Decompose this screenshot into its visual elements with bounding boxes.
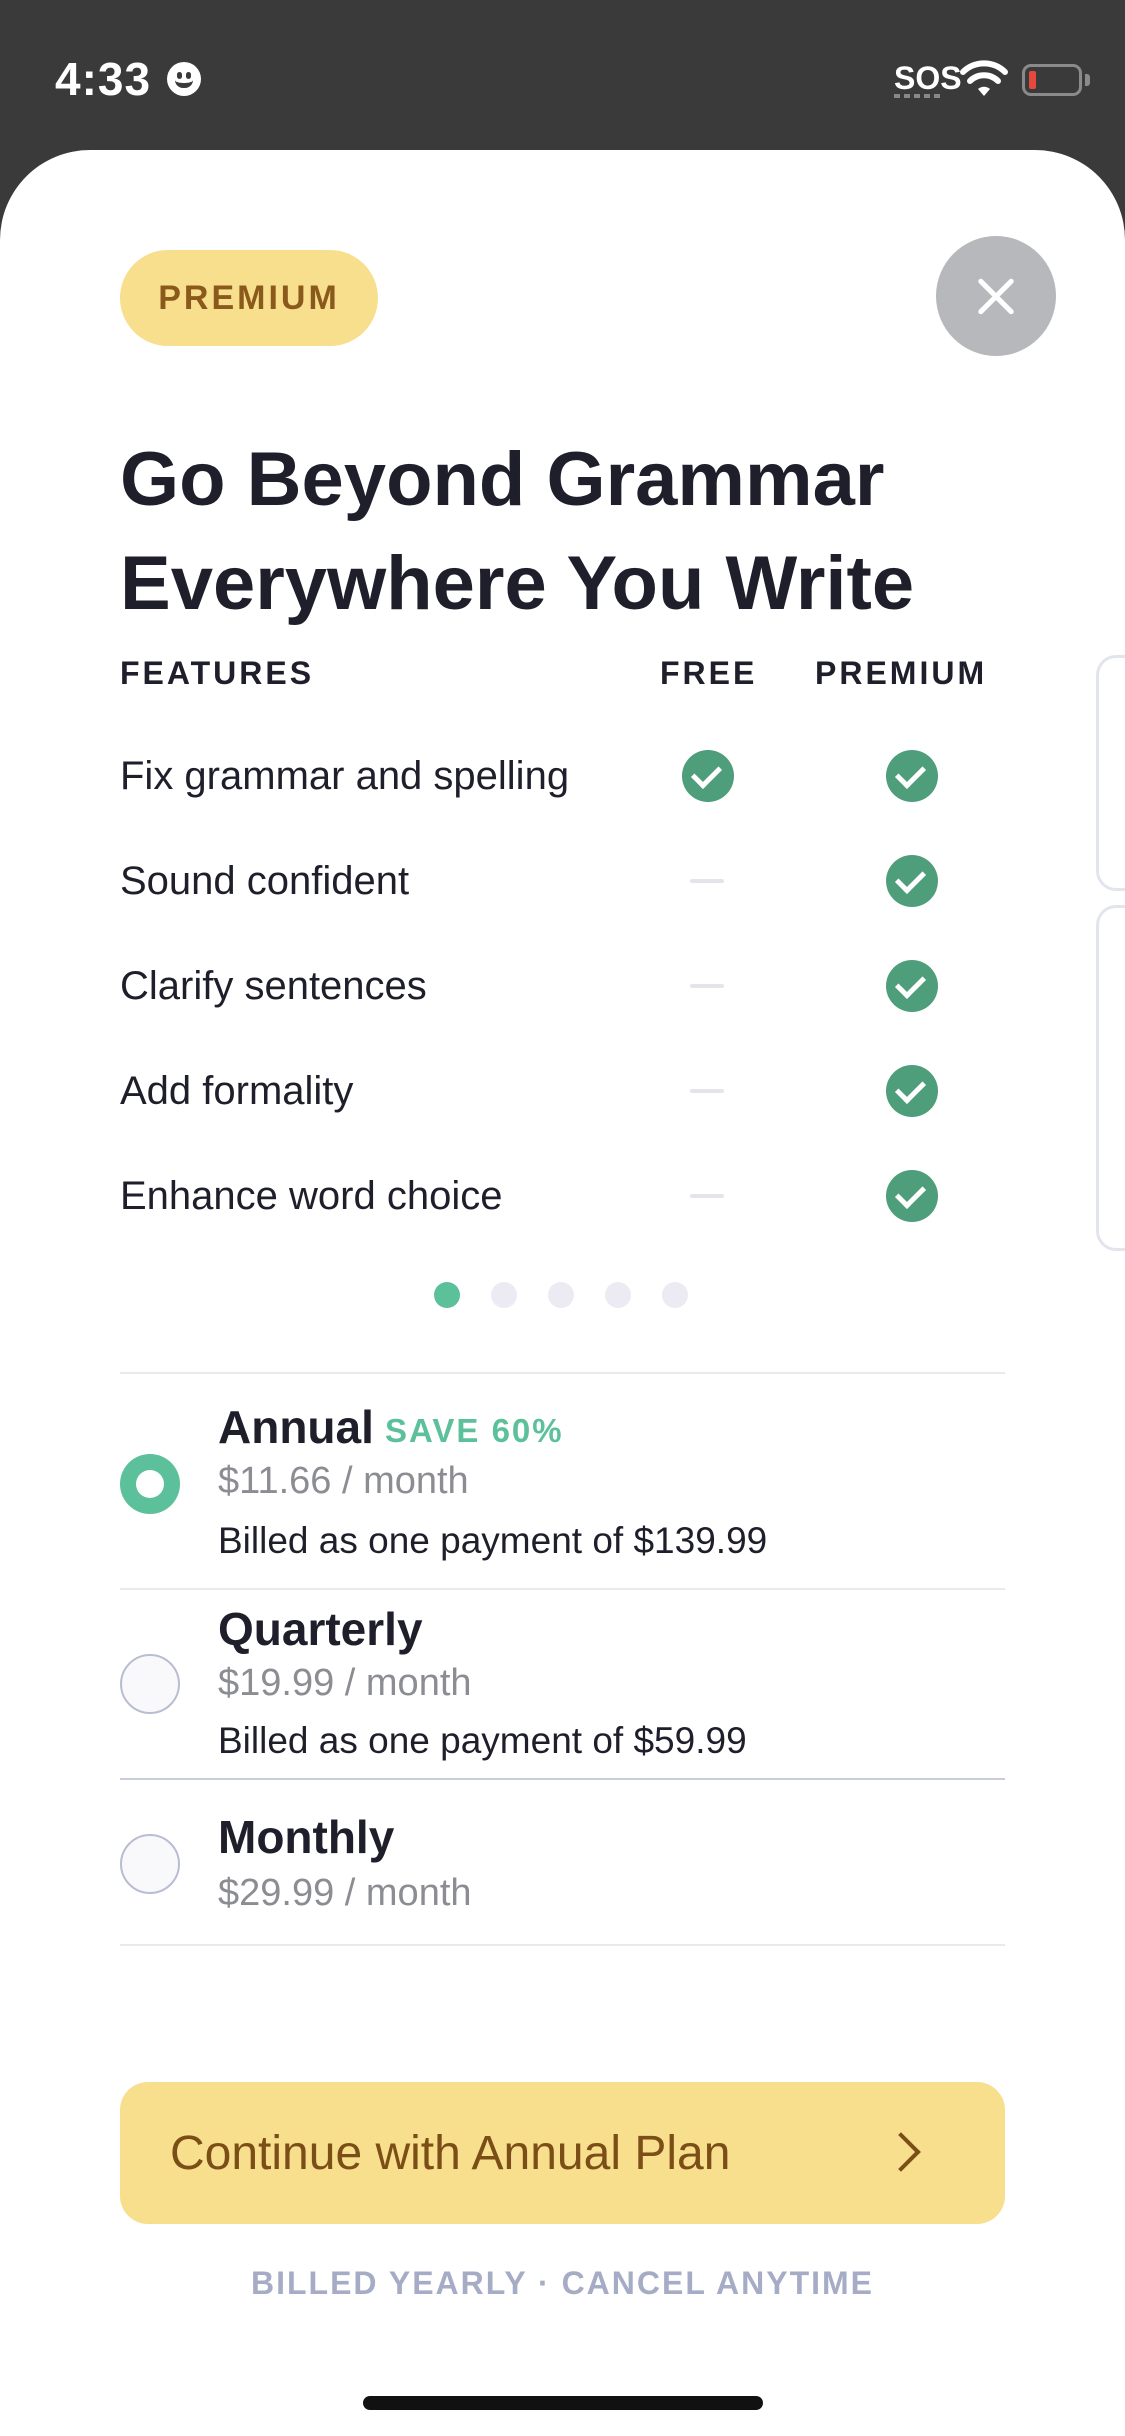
home-indicator[interactable] — [363, 2396, 763, 2410]
feature-label: Enhance word choice — [120, 1174, 503, 1218]
signal-dots-icon — [894, 94, 942, 98]
divider — [120, 1944, 1005, 1946]
dash-icon — [690, 879, 724, 883]
check-icon — [682, 750, 734, 802]
check-icon — [886, 1170, 938, 1222]
plan-billing-note: Billed as one payment of $59.99 — [218, 1720, 747, 1761]
page-dot[interactable] — [491, 1282, 517, 1308]
feature-row: Sound confident — [120, 829, 1000, 933]
page-title: Go Beyond Grammar Everywhere You Write — [120, 437, 915, 626]
page-dot[interactable] — [434, 1282, 460, 1308]
page-dot[interactable] — [662, 1282, 688, 1308]
dash-icon — [690, 1194, 724, 1198]
premium-badge: PREMIUM — [120, 250, 378, 346]
plan-option-monthly[interactable]: Monthly $29.99 / month — [120, 1780, 1005, 1944]
close-button[interactable] — [936, 236, 1056, 356]
plan-option-annual[interactable]: Annual SAVE 60% $11.66 / month Billed as… — [120, 1374, 1005, 1588]
feature-label: Fix grammar and spelling — [120, 754, 570, 798]
feature-row: Clarify sentences — [120, 934, 1000, 1038]
plan-price: $29.99 / month — [218, 1872, 472, 1914]
carousel-pagination — [434, 1282, 688, 1308]
features-header: FEATURES — [120, 655, 315, 691]
feature-row: Add formality — [120, 1039, 1000, 1143]
battery-tip — [1085, 74, 1090, 86]
check-icon — [886, 750, 938, 802]
billing-footnote: BILLED YEARLY · CANCEL ANYTIME — [250, 2265, 875, 2301]
scroll-edge-handle — [1096, 905, 1125, 1251]
plan-price: $19.99 / month — [218, 1662, 472, 1704]
smiley-icon — [167, 62, 201, 96]
radio-selected[interactable] — [120, 1454, 180, 1514]
feature-label: Sound confident — [120, 859, 410, 903]
plan-billing-note: Billed as one payment of $139.99 — [218, 1520, 768, 1561]
chevron-right-icon — [881, 2132, 921, 2172]
premium-header: PREMIUM — [815, 655, 988, 691]
dash-icon — [690, 984, 724, 988]
continue-button-label: Continue with Annual Plan — [170, 2127, 731, 2180]
check-icon — [886, 960, 938, 1012]
plan-price: $11.66 / month — [218, 1460, 469, 1502]
radio-unselected[interactable] — [120, 1654, 180, 1714]
feature-label: Clarify sentences — [120, 964, 427, 1008]
continue-button[interactable]: Continue with Annual Plan — [120, 2082, 1005, 2224]
sos-indicator: SOS — [894, 60, 962, 96]
feature-label: Add formality — [120, 1069, 354, 1113]
radio-unselected[interactable] — [120, 1834, 180, 1894]
check-icon — [886, 855, 938, 907]
battery-icon — [1022, 64, 1082, 96]
page-dot[interactable] — [605, 1282, 631, 1308]
plan-name: Quarterly — [218, 1603, 423, 1655]
wifi-icon — [960, 60, 1008, 96]
plan-option-quarterly[interactable]: Quarterly $19.99 / month Billed as one p… — [120, 1590, 1005, 1778]
plan-name: Annual — [218, 1401, 374, 1453]
feature-row: Enhance word choice — [120, 1144, 1000, 1248]
feature-row: Fix grammar and spelling — [120, 724, 1000, 828]
check-icon — [886, 1065, 938, 1117]
plan-name: Monthly — [218, 1811, 395, 1863]
free-header: FREE — [660, 655, 758, 691]
status-time: 4:33 — [55, 53, 152, 105]
page-dot[interactable] — [548, 1282, 574, 1308]
save-badge: SAVE 60% — [385, 1412, 564, 1449]
scroll-edge-handle — [1096, 655, 1125, 891]
dash-icon — [690, 1089, 724, 1093]
status-bar: 4:33 SOS — [0, 0, 1125, 150]
